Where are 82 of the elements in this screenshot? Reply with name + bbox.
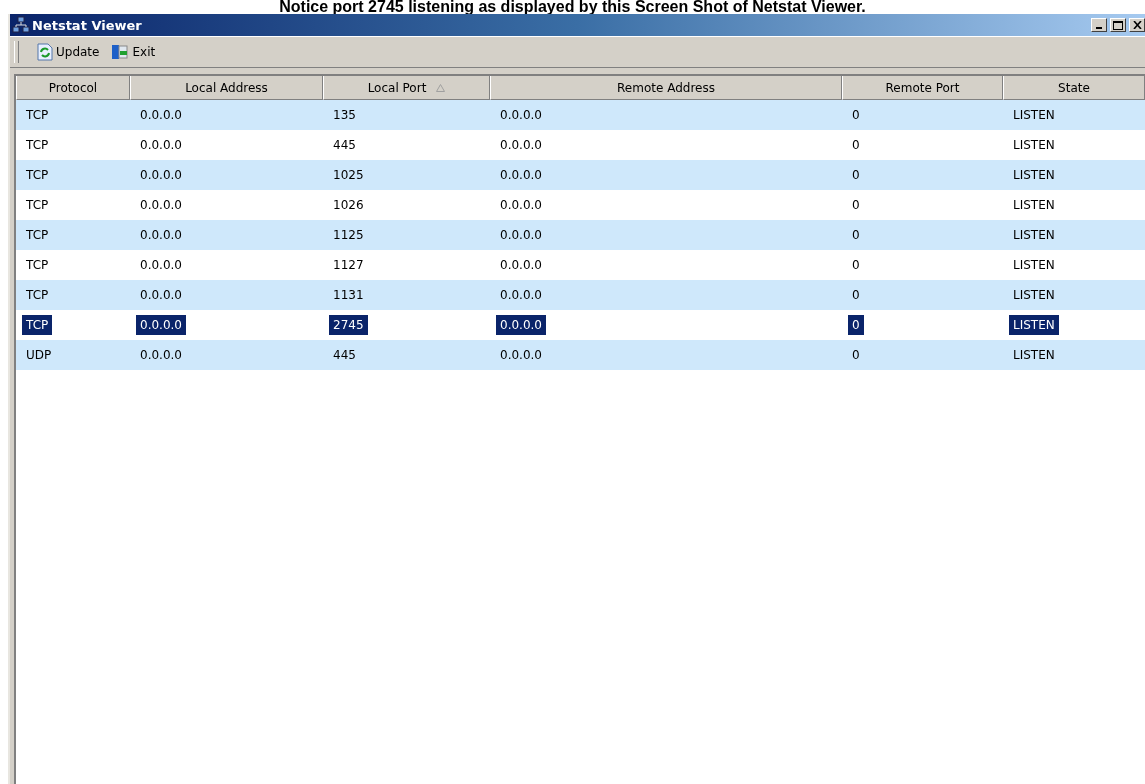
table-cell: 0 <box>848 315 864 335</box>
column-header[interactable]: Local Port <box>323 76 490 100</box>
refresh-icon <box>37 43 53 61</box>
table-cell-text: 0.0.0.0 <box>139 287 183 304</box>
table-cell-text: 1127 <box>332 257 365 274</box>
table-cell-text: 445 <box>332 137 357 154</box>
table-cell-text: 0.0.0.0 <box>139 227 183 244</box>
table-cell-text: TCP <box>25 167 50 184</box>
table-cell-text: 0 <box>851 107 861 124</box>
table-cell-text: 0.0.0.0 <box>499 347 543 364</box>
table-cell-text: 0 <box>851 197 861 214</box>
table-cell-text: 0 <box>851 257 861 274</box>
caption-text: Notice port 2745 listening as displayed by this Screen Shot of Netstat Viewer. <box>278 0 867 14</box>
table-cell-text: LISTEN <box>1012 347 1056 364</box>
table-cell-text: TCP <box>25 227 50 244</box>
window-title: Netstat Viewer <box>32 17 142 33</box>
table-cell-text: 0.0.0.0 <box>499 107 543 124</box>
table-cell-text: 0.0.0.0 <box>139 167 183 184</box>
table-row[interactable]: TCP 0.0.0.0 1025 0.0.0.0 0 LISTEN <box>16 160 1145 190</box>
table-cell-text: 0 <box>851 287 861 304</box>
table-cell-text: 135 <box>332 107 357 124</box>
table-cell: LISTEN <box>1009 315 1059 335</box>
table-row[interactable]: TCP 0.0.0.0 2745 0.0.0.0 0 LISTEN <box>16 310 1145 340</box>
table-cell-text: 0.0.0.0 <box>139 257 183 274</box>
table-cell-text: TCP <box>25 197 50 214</box>
table-cell-text: 0.0.0.0 <box>499 197 543 214</box>
table-row[interactable]: TCP 0.0.0.0 1127 0.0.0.0 0 LISTEN <box>16 250 1145 280</box>
table-cell-text: 445 <box>332 347 357 364</box>
table-row[interactable]: TCP 0.0.0.0 1131 0.0.0.0 0 LISTEN <box>16 280 1145 310</box>
table-cell-text: LISTEN <box>1012 257 1056 274</box>
table-row[interactable]: TCP 0.0.0.0 1125 0.0.0.0 0 LISTEN <box>16 220 1145 250</box>
table-cell-text: 0.0.0.0 <box>139 197 183 214</box>
table-cell: 0.0.0.0 <box>136 315 186 335</box>
table-cell-text: TCP <box>25 137 50 154</box>
table-cell-text: 0.0.0.0 <box>499 137 543 154</box>
column-header[interactable]: Protocol <box>16 76 130 100</box>
table-cell-text: UDP <box>25 347 53 364</box>
exit-button[interactable]: Exit <box>109 41 158 63</box>
column-header[interactable]: State <box>1003 76 1145 100</box>
table-cell-text: TCP <box>25 257 50 274</box>
minimize-button[interactable] <box>1091 18 1107 32</box>
table-cell-text: 0 <box>851 167 861 184</box>
table-cell-text: TCP <box>25 107 50 124</box>
table-cell-text: LISTEN <box>1012 227 1056 244</box>
network-computers-icon <box>12 16 30 34</box>
table-cell-text: 0.0.0.0 <box>499 167 543 184</box>
table-cell: TCP <box>22 315 53 335</box>
table-cell: 2745 <box>329 315 368 335</box>
column-header[interactable]: Remote Port <box>842 76 1003 100</box>
door-icon <box>111 43 130 61</box>
maximize-button[interactable] <box>1110 18 1126 32</box>
table-cell-text: 0.0.0.0 <box>499 287 543 304</box>
table-row[interactable]: TCP 0.0.0.0 445 0.0.0.0 0 LISTEN <box>16 130 1145 160</box>
table-cell-text: 1026 <box>332 197 365 214</box>
table-cell-text: 0.0.0.0 <box>139 137 183 154</box>
table-cell-text: LISTEN <box>1012 197 1056 214</box>
close-icon <box>1132 21 1142 29</box>
table-cell-text: 0 <box>851 227 861 244</box>
table-cell-text: 0.0.0.0 <box>499 257 543 274</box>
column-header[interactable]: Local Address <box>130 76 323 100</box>
table-cell-text: LISTEN <box>1012 107 1056 124</box>
table-cell-text: LISTEN <box>1012 287 1056 304</box>
table-cell-text: 0.0.0.0 <box>139 347 183 364</box>
table-cell-text: 1025 <box>332 167 365 184</box>
table-cell: 0.0.0.0 <box>496 315 546 335</box>
table-cell-text: 1131 <box>332 287 365 304</box>
table-cell-text: LISTEN <box>1012 167 1056 184</box>
table-cell-text: 0.0.0.0 <box>139 107 183 124</box>
close-button[interactable] <box>1129 18 1145 32</box>
table-cell-text: 1125 <box>332 227 365 244</box>
table-row[interactable]: UDP 0.0.0.0 445 0.0.0.0 0 LISTEN <box>16 340 1145 370</box>
table-cell-text: LISTEN <box>1012 137 1056 154</box>
sort-arrow-icon <box>436 83 446 92</box>
table-cell-text: 0 <box>851 347 861 364</box>
column-header[interactable]: Remote Address <box>490 76 842 100</box>
table-row[interactable]: TCP 0.0.0.0 1026 0.0.0.0 0 LISTEN <box>16 190 1145 220</box>
table-cell-text: 0 <box>851 137 861 154</box>
update-button[interactable]: Update <box>35 41 102 63</box>
table-cell-text: TCP <box>25 287 50 304</box>
maximize-icon <box>1113 20 1123 30</box>
table-row[interactable]: TCP 0.0.0.0 135 0.0.0.0 0 LISTEN <box>16 100 1145 130</box>
table-cell-text: 0.0.0.0 <box>499 227 543 244</box>
